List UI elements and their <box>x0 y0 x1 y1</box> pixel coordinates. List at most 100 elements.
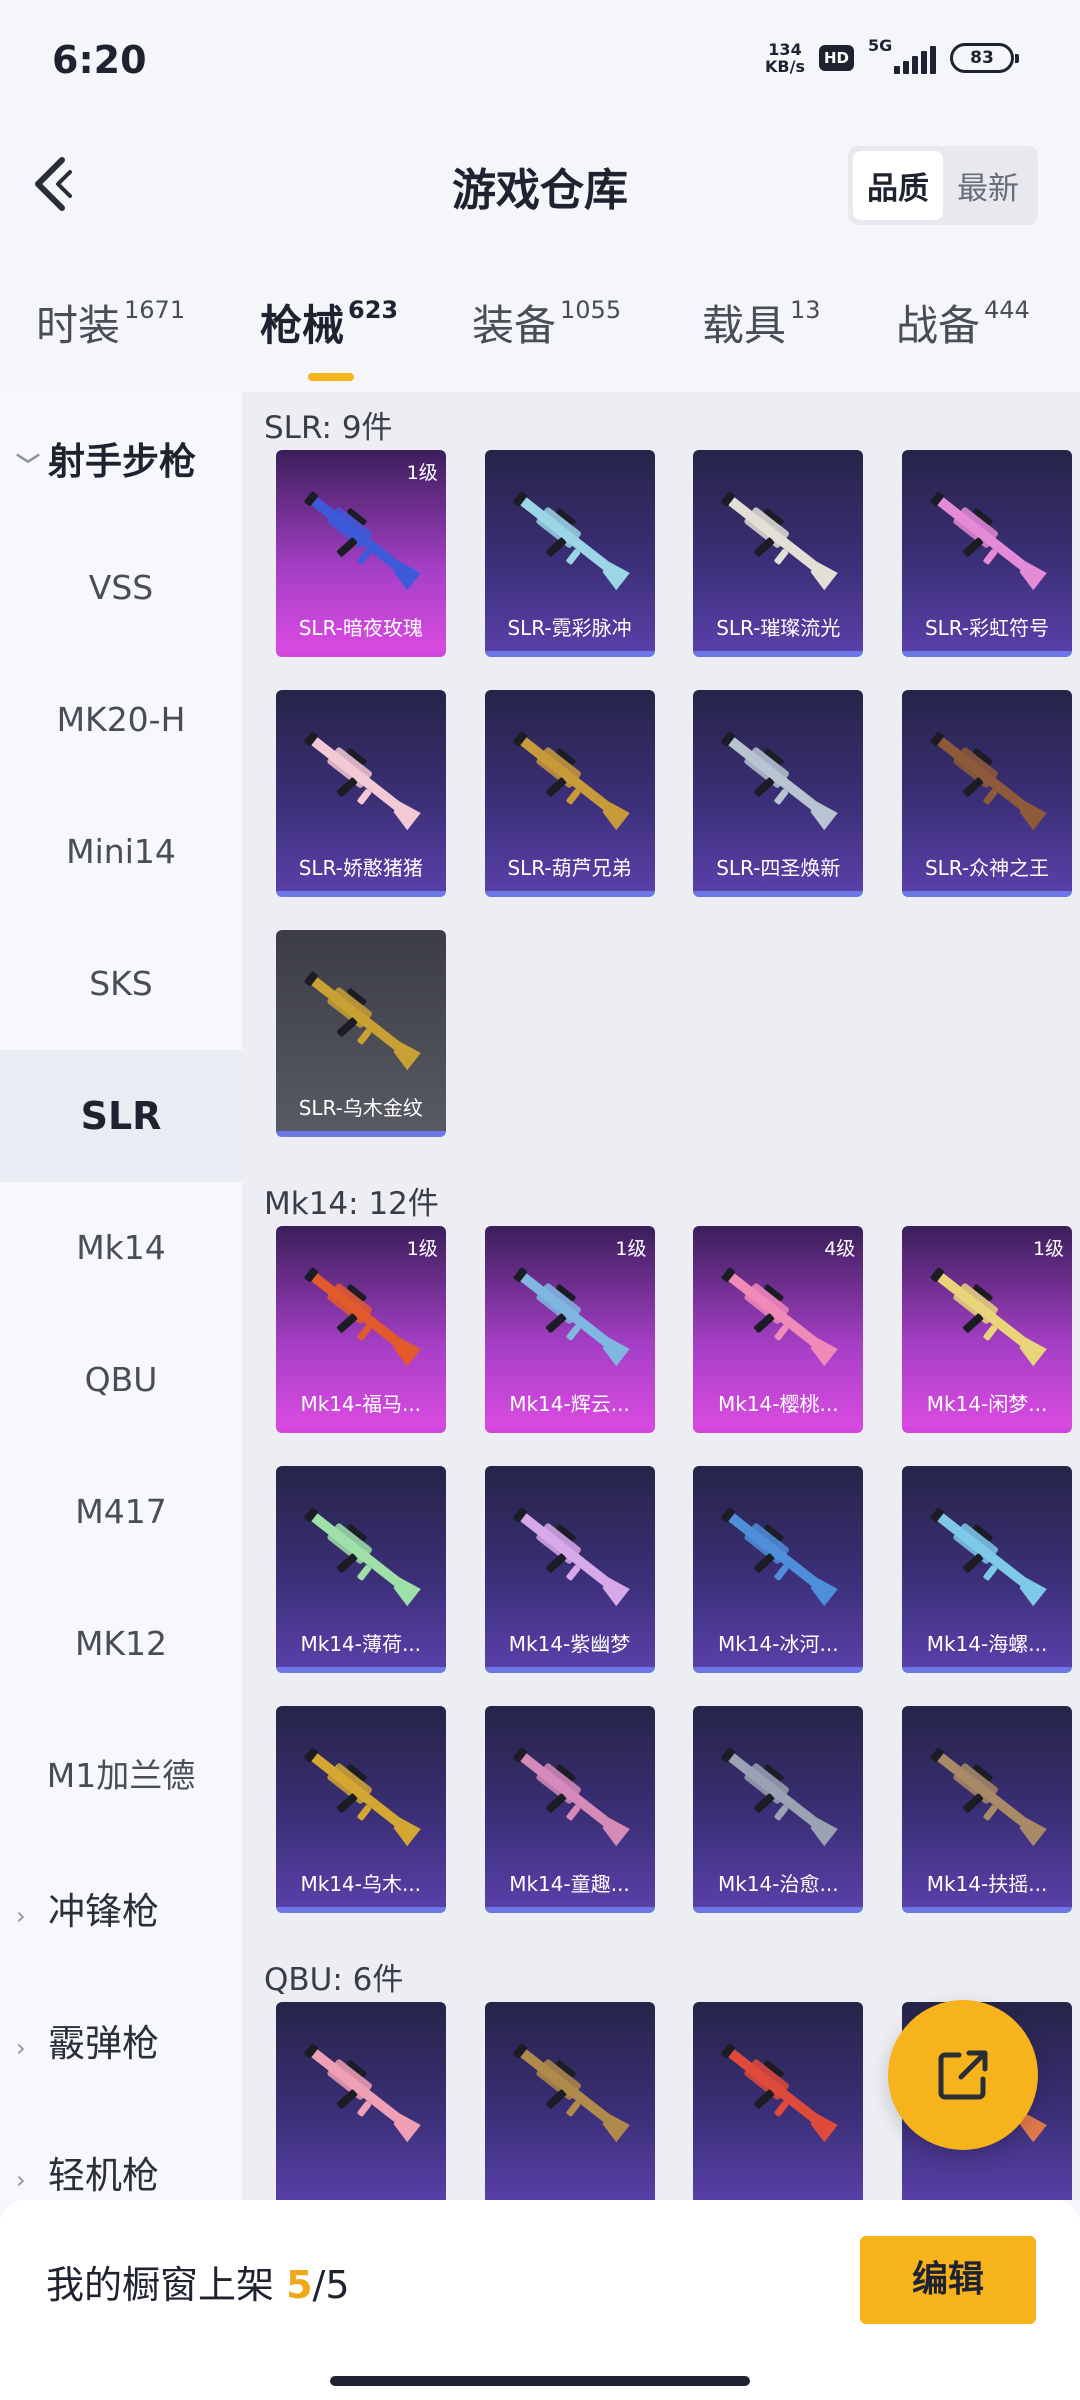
sidebar-group-marksman-rifles[interactable]: ﹀ 射手步枪 <box>16 432 196 492</box>
weapon-skin-card[interactable] <box>484 2002 655 2200</box>
rifle-icon <box>513 2043 630 2143</box>
category-tabs: 时装 1671 枪械 623 装备 1055 载具 13 战备 444 <box>0 278 1080 381</box>
sidebar-item-sks[interactable]: SKS <box>0 918 242 1050</box>
weapon-skin-card[interactable]: Mk14-薄荷... <box>275 1466 446 1673</box>
level-badge: 1级 <box>615 1238 647 1260</box>
weapon-skin-card[interactable]: Mk14-紫幽梦 <box>484 1466 655 1673</box>
tab-label: 装备 <box>472 301 557 350</box>
rifle-icon <box>721 491 839 591</box>
rifle-icon <box>721 1747 839 1847</box>
level-badge: 1级 <box>1032 1238 1065 1260</box>
tab-count: 1671 <box>124 296 186 324</box>
chevron-right-icon: › <box>16 1902 26 1930</box>
skin-name: Mk14-薄荷... <box>300 1632 422 1656</box>
rifle-icon <box>930 731 1047 831</box>
tab-outfits[interactable]: 时装 1671 <box>36 292 185 353</box>
weapon-skin-card[interactable]: Mk14-治愈... <box>693 1706 864 1913</box>
tab-supplies[interactable]: 战备 444 <box>896 292 1030 353</box>
weapon-skin-card[interactable]: SLR-彩虹符号 <box>902 450 1073 657</box>
skin-name: SLR-葫芦兄弟 <box>507 856 632 880</box>
weapon-skin-card[interactable]: 1级 Mk14-福马... <box>275 1226 446 1433</box>
share-icon <box>938 2050 988 2100</box>
sort-quality-button[interactable]: 品质 <box>853 151 943 220</box>
rifle-icon <box>513 1267 630 1367</box>
sidebar-item-mk20h[interactable]: MK20-H <box>0 654 242 786</box>
weapon-skin-card[interactable]: SLR-众神之王 <box>902 690 1073 897</box>
weapon-skin-card[interactable]: 1级 Mk14-闲梦... <box>902 1226 1073 1433</box>
weapon-skin-card[interactable] <box>693 2002 864 2200</box>
skin-name: SLR-众神之王 <box>924 856 1050 880</box>
tab-vehicles[interactable]: 载具 13 <box>702 292 821 353</box>
tab-firearms[interactable]: 枪械 623 <box>260 292 399 381</box>
weapon-skin-card[interactable]: SLR-乌木金纹 <box>275 930 446 1137</box>
weapon-skin-card[interactable]: SLR-璀璨流光 <box>693 450 864 657</box>
weapon-skin-card[interactable]: SLR-娇憨猪猪 <box>275 690 446 897</box>
weapon-skin-card[interactable]: Mk14-冰河... <box>693 1466 864 1673</box>
skin-name: SLR-彩虹符号 <box>924 616 1050 640</box>
header: 游戏仓库 品质 最新 <box>0 130 1080 240</box>
tab-label: 枪械 <box>260 301 345 350</box>
rifle-icon <box>721 2043 839 2143</box>
sidebar-group-shotgun[interactable]: › 霰弹枪 <box>16 2014 159 2074</box>
sidebar-item-mini14[interactable]: Mini14 <box>0 786 242 918</box>
sort-newest-button[interactable]: 最新 <box>943 151 1033 220</box>
skin-name: Mk14-福马... <box>300 1392 422 1416</box>
weapon-skin-card[interactable]: 1级 Mk14-辉云... <box>484 1226 655 1433</box>
weapon-skin-card[interactable]: SLR-四圣焕新 <box>693 690 864 897</box>
sidebar-item-m417[interactable]: M417 <box>0 1446 242 1578</box>
weapon-skin-card[interactable]: 1级 SLR-暗夜玫瑰 <box>275 450 446 657</box>
status-bar: 6:20 134 KB/s HD 5G 83 <box>0 0 1080 120</box>
home-indicator[interactable] <box>330 2376 750 2386</box>
rifle-icon <box>304 971 421 1071</box>
skin-name: SLR-璀璨流光 <box>716 616 841 640</box>
share-button[interactable] <box>888 2000 1038 2150</box>
weapon-skin-card[interactable]: Mk14-童趣... <box>484 1706 655 1913</box>
weapon-skin-card[interactable]: 4级 Mk14-樱桃... <box>693 1226 864 1433</box>
sidebar-item-m1-garand[interactable]: M1加兰德 <box>0 1710 242 1842</box>
weapon-skin-card[interactable]: Mk14-乌木... <box>275 1706 446 1913</box>
skin-name: Mk14-辉云... <box>509 1392 630 1416</box>
skin-name: SLR-娇憨猪猪 <box>298 856 423 880</box>
speed-value: 134 <box>768 40 802 59</box>
weapon-skin-card[interactable]: Mk14-海螺... <box>902 1466 1073 1673</box>
level-badge: 1级 <box>406 1238 438 1260</box>
sidebar-group-smg[interactable]: › 冲锋枪 <box>16 1882 159 1942</box>
rifle-icon <box>930 1747 1047 1847</box>
rifle-icon <box>304 1507 421 1607</box>
network-speed: 134 KB/s <box>765 41 805 75</box>
rifle-icon <box>304 491 421 591</box>
weapon-skin-card[interactable] <box>275 2002 446 2200</box>
status-icons: 134 KB/s HD 5G 83 <box>765 36 1019 76</box>
tab-count: 623 <box>348 296 399 324</box>
weapon-skin-card[interactable]: SLR-葫芦兄弟 <box>484 690 655 897</box>
section-title: QBU: 6件 <box>264 1962 404 1998</box>
tab-equipment[interactable]: 装备 1055 <box>472 292 621 353</box>
sidebar-group-lmg[interactable]: › 轻机枪 <box>16 2146 159 2206</box>
sidebar-item-mk12[interactable]: MK12 <box>0 1578 242 1710</box>
skin-name: SLR-四圣焕新 <box>716 856 841 880</box>
showcase-label: 我的橱窗上架 <box>46 2263 287 2307</box>
showcase-status: 我的橱窗上架 5/5 <box>46 2254 350 2309</box>
sidebar-item-slr[interactable]: SLR <box>0 1050 242 1182</box>
rifle-icon <box>513 731 630 831</box>
rifle-icon <box>930 491 1047 591</box>
weapon-skin-card[interactable]: Mk14-扶摇... <box>902 1706 1073 1913</box>
skin-name: SLR-暗夜玫瑰 <box>298 616 423 640</box>
tab-count: 1055 <box>560 296 622 324</box>
level-badge: 1级 <box>406 462 438 484</box>
speed-unit: KB/s <box>765 57 805 76</box>
rifle-icon <box>513 1747 630 1847</box>
rifle-icon <box>721 1507 839 1607</box>
edit-button[interactable]: 编辑 <box>860 2236 1036 2324</box>
sidebar-item-qbu[interactable]: QBU <box>0 1314 242 1446</box>
sidebar-item-vss[interactable]: VSS <box>0 522 242 654</box>
skin-name: Mk14-乌木... <box>300 1872 422 1896</box>
rifle-icon <box>721 731 839 831</box>
skin-name: Mk14-海螺... <box>926 1632 1048 1656</box>
sidebar-item-mk14[interactable]: Mk14 <box>0 1182 242 1314</box>
back-button[interactable] <box>26 152 86 216</box>
hd-badge: HD <box>818 45 854 71</box>
weapon-skin-card[interactable]: SLR-霓彩脉冲 <box>484 450 655 657</box>
tab-label: 战备 <box>896 301 981 350</box>
rifle-icon <box>304 1267 421 1367</box>
